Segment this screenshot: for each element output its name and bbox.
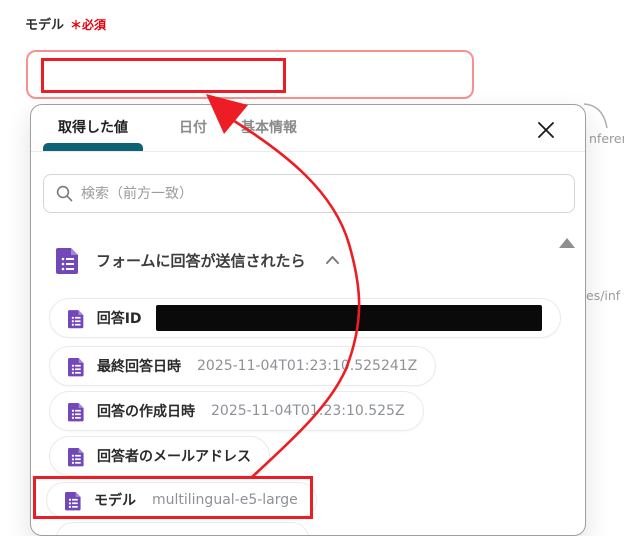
list-item-response-created-time[interactable]: 回答の作成日時 2025-11-04T01:23:10.525Z [49, 391, 424, 431]
search-input[interactable] [81, 185, 562, 202]
tab-date[interactable]: 日付 [171, 117, 215, 151]
page: { "field": { "label": "モデル", "required":… [0, 0, 624, 536]
item-label: 回答者のメールアドレス [97, 449, 251, 465]
form-document-icon [68, 357, 84, 376]
item-label: 回答ID [96, 311, 142, 327]
form-document-icon [68, 402, 84, 421]
required-badge: ＊必須 [70, 18, 107, 32]
trigger-section-header[interactable]: フォームに回答が送信されたら [56, 246, 339, 274]
popup-header: 取得した値 日付 基本情報 [31, 105, 585, 151]
form-document-icon [56, 248, 78, 274]
search-box[interactable] [43, 174, 575, 213]
close-icon [538, 122, 554, 138]
background-clipped-text: es/inf [586, 288, 621, 303]
chevron-up-icon[interactable] [325, 256, 339, 264]
section-title: フォームに回答が送信されたら [96, 251, 306, 270]
item-label: モデル [94, 493, 136, 509]
form-document-icon [68, 447, 84, 466]
model-input-field[interactable] [26, 50, 474, 99]
redacted-value [155, 305, 542, 331]
item-value: 2025-11-04T01:23:10.525241Z [197, 358, 418, 374]
header-divider [31, 151, 585, 152]
tab-retrieved-values[interactable]: 取得した値 [43, 117, 143, 151]
item-label: 回答の作成日時 [97, 404, 195, 420]
background-clipped-text: nferen [589, 131, 624, 146]
close-button[interactable] [533, 117, 559, 143]
item-value: 2025-11-04T01:23:10.525Z [211, 403, 405, 419]
scroll-up-arrow-icon[interactable] [559, 238, 575, 248]
tab-bar: 取得した値 日付 基本情報 [43, 117, 305, 151]
field-label-text: モデル [25, 18, 65, 33]
form-document-icon [68, 309, 84, 328]
field-label: モデル ＊必須 [25, 14, 106, 33]
list-item-model[interactable]: モデル multilingual-e5-large [46, 482, 317, 518]
list-item-last-response-time[interactable]: 最終回答日時 2025-11-04T01:23:10.525241Z [49, 346, 437, 386]
form-document-icon [65, 491, 81, 510]
value-picker-popup: 取得した値 日付 基本情報 フォームに回答が送信されたら [30, 104, 586, 536]
list-item-partial[interactable] [56, 522, 309, 535]
list-item-respondent-email[interactable]: 回答者のメールアドレス [49, 436, 270, 476]
tab-basic-info[interactable]: 基本情報 [233, 117, 305, 151]
item-label: 最終回答日時 [97, 359, 181, 375]
search-icon [56, 185, 73, 202]
item-value: multilingual-e5-large [152, 492, 298, 508]
list-item-response-id[interactable]: 回答ID [49, 298, 561, 338]
